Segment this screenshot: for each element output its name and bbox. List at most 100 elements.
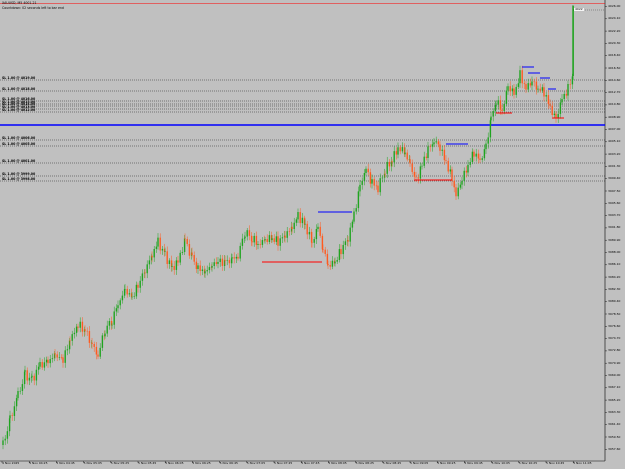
candle-body bbox=[284, 235, 286, 238]
candle-body bbox=[235, 256, 238, 259]
candle-body bbox=[121, 295, 124, 301]
candle-body bbox=[71, 334, 73, 341]
candle-body bbox=[517, 83, 520, 87]
price-axis-label: 3974.70 bbox=[608, 336, 621, 341]
candle-body bbox=[259, 244, 261, 245]
candle-body bbox=[419, 166, 422, 179]
candle-body bbox=[445, 160, 447, 161]
price-axis-label: 3959.50 bbox=[608, 434, 621, 439]
candle-body bbox=[567, 84, 569, 96]
candle-body bbox=[104, 333, 106, 337]
price-axis-label: 4005.10 bbox=[608, 139, 621, 144]
candle-body bbox=[433, 142, 435, 145]
candle-body bbox=[509, 86, 511, 92]
candle-body bbox=[9, 415, 11, 419]
candle-body bbox=[168, 260, 171, 264]
candle-body bbox=[266, 239, 268, 242]
price-chart[interactable] bbox=[0, 0, 625, 469]
candle-body bbox=[569, 84, 571, 85]
level-label: SL 1.00 @ 4005.00 bbox=[2, 142, 36, 146]
time-axis-label: 5 Nov 08:25 bbox=[355, 461, 374, 465]
time-axis-label: 5 Nov 09:45 bbox=[464, 461, 483, 465]
candle-body bbox=[58, 357, 61, 358]
candle-body bbox=[161, 248, 164, 251]
candle-body bbox=[555, 113, 557, 118]
candle-body bbox=[173, 266, 175, 270]
candle-body bbox=[437, 141, 440, 145]
price-axis-label: 4018.40 bbox=[608, 53, 621, 58]
candle-body bbox=[306, 223, 308, 235]
candle-body bbox=[447, 160, 449, 172]
price-axis-label: 3978.50 bbox=[608, 311, 621, 316]
level-label: SL 1.00 @ 4012.00 bbox=[2, 108, 36, 112]
candle-body bbox=[409, 159, 411, 164]
price-axis-label: 3986.10 bbox=[608, 262, 621, 267]
candle-body bbox=[139, 280, 141, 288]
candle-body bbox=[317, 226, 319, 230]
candle-body bbox=[231, 257, 233, 259]
candle-body bbox=[551, 105, 553, 115]
candle-body bbox=[459, 184, 462, 188]
candle-body bbox=[113, 311, 115, 325]
candle-body bbox=[111, 324, 113, 326]
price-axis-label: 3967.10 bbox=[608, 385, 621, 390]
candle-body bbox=[531, 81, 533, 86]
candle-body bbox=[191, 252, 193, 256]
candle-body bbox=[281, 237, 284, 239]
candle-body bbox=[572, 6, 574, 76]
price-axis-label: 4001.30 bbox=[608, 163, 621, 168]
candle-body bbox=[304, 223, 306, 225]
candle-body bbox=[275, 236, 278, 242]
candle-body bbox=[211, 265, 213, 268]
candle-body bbox=[251, 240, 253, 243]
candle-body bbox=[441, 149, 443, 151]
candle-body bbox=[457, 187, 459, 197]
candle-body bbox=[461, 180, 463, 185]
candle-body bbox=[519, 70, 521, 84]
candle-body bbox=[124, 288, 126, 290]
price-axis-label: 4007.00 bbox=[608, 127, 621, 131]
candle-body bbox=[188, 244, 191, 256]
candle-body bbox=[359, 184, 361, 192]
time-axis-label: 5 Nov 04:25 bbox=[29, 461, 48, 465]
candle-body bbox=[131, 296, 133, 298]
candle-body bbox=[465, 170, 468, 173]
candle-body bbox=[505, 90, 508, 104]
price-axis-label: 3989.90 bbox=[608, 237, 621, 242]
level-label: SL 1.00 @ 4006.00 bbox=[2, 136, 36, 140]
time-axis-label: 5 Nov 10:05 bbox=[491, 461, 510, 465]
candle-body bbox=[537, 88, 539, 90]
candle-body bbox=[60, 357, 63, 358]
candle-body bbox=[291, 226, 293, 230]
candle-body bbox=[357, 191, 360, 209]
candle-body bbox=[297, 212, 299, 220]
price-axis-label: 4020.30 bbox=[608, 40, 621, 45]
candle-body bbox=[479, 158, 481, 160]
candle-body bbox=[529, 83, 532, 86]
candle-body bbox=[377, 185, 379, 193]
candle-body bbox=[477, 153, 480, 159]
candle-body bbox=[28, 377, 31, 381]
candle-body bbox=[208, 267, 211, 271]
candle-body bbox=[244, 236, 246, 238]
countdown-info: Countdown: 02 seconds left to bar end bbox=[2, 6, 64, 10]
candle-body bbox=[371, 179, 373, 184]
candle-body bbox=[137, 284, 139, 288]
time-axis-label: 5 Nov 05:05 bbox=[83, 461, 102, 465]
candle-body bbox=[47, 359, 49, 364]
candle-body bbox=[73, 332, 76, 335]
candle-body bbox=[340, 249, 342, 255]
candle-body bbox=[527, 83, 529, 90]
candle-body bbox=[490, 116, 492, 121]
chart-window: XAUUSD, M5 4001.21 Countdown: 02 seconds… bbox=[0, 0, 625, 469]
candle-body bbox=[97, 354, 99, 357]
candle-body bbox=[547, 95, 550, 104]
price-axis-label: 3963.30 bbox=[608, 409, 621, 414]
candle-body bbox=[213, 262, 215, 266]
price-axis-label: 3991.80 bbox=[608, 225, 621, 230]
candle-body bbox=[75, 326, 78, 333]
time-axis-label: 5 Nov 06:45 bbox=[219, 461, 238, 465]
candle-body bbox=[126, 288, 128, 295]
candle-body bbox=[35, 369, 38, 381]
time-axis-label: 5 Nov 05:25 bbox=[110, 461, 130, 465]
